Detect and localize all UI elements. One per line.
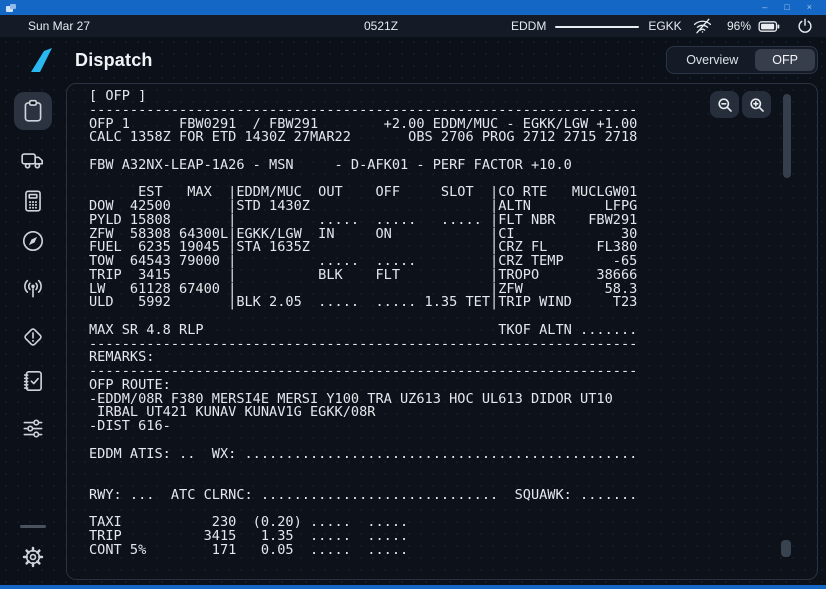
sidebar-item-presets[interactable]: [14, 409, 52, 447]
sidebar-item-failures[interactable]: [14, 318, 52, 356]
sidebar-item-settings[interactable]: [14, 538, 52, 576]
status-utc-time: 0521Z: [364, 19, 398, 33]
sliders-icon: [20, 415, 46, 441]
sidebar-item-checklists[interactable]: [14, 362, 52, 400]
checklist-icon: [20, 368, 46, 394]
magnifier-plus-icon: [749, 97, 765, 113]
ofp-panel: [ OFP ] --------------------------------…: [66, 83, 818, 580]
status-bar: Sun Mar 27 0521Z EDDM EGKK 96%: [0, 15, 826, 37]
app-icon: [6, 4, 16, 12]
zoom-controls: [710, 91, 771, 118]
wifi-off-icon: [693, 18, 712, 34]
zoom-in-button[interactable]: [742, 91, 771, 118]
window-minimize-button[interactable]: –: [762, 0, 767, 15]
power-button[interactable]: [797, 18, 813, 34]
truck-icon: [20, 147, 46, 173]
taskbar-edge: [0, 585, 826, 589]
battery-percent: 96%: [727, 19, 751, 33]
ofp-document: [ OFP ] --------------------------------…: [89, 90, 637, 558]
window-maximize-button[interactable]: □: [784, 0, 789, 15]
sidebar-item-atc[interactable]: [14, 269, 52, 307]
page-header: Dispatch Overview OFP: [66, 37, 818, 83]
sidebar-item-dispatch[interactable]: [14, 92, 52, 130]
scrollbar-thumb[interactable]: [783, 94, 791, 178]
broadcast-icon: [20, 275, 46, 301]
calculator-icon: [20, 188, 46, 214]
sidebar: [0, 37, 66, 589]
magnifier-minus-icon: [717, 97, 733, 113]
sidebar-divider: [20, 525, 46, 528]
zoom-out-button[interactable]: [710, 91, 739, 118]
window-close-button[interactable]: ×: [807, 0, 812, 15]
scrollbar-thumb-secondary[interactable]: [781, 540, 791, 557]
battery-icon: [758, 19, 780, 34]
gear-icon: [20, 544, 46, 570]
airline-logo: [27, 47, 53, 78]
route-origin: EDDM: [511, 19, 546, 33]
status-route: EDDM EGKK: [511, 19, 682, 33]
window-titlebar: – □ ×: [0, 0, 826, 15]
tab-ofp[interactable]: OFP: [755, 49, 815, 71]
compass-icon: [20, 228, 46, 254]
status-date: Sun Mar 27: [28, 19, 90, 33]
hazard-icon: [20, 324, 46, 350]
sidebar-item-navigation[interactable]: [14, 222, 52, 260]
view-switcher: Overview OFP: [666, 46, 818, 74]
sidebar-item-performance[interactable]: [14, 182, 52, 220]
sidebar-item-ground[interactable]: [14, 141, 52, 179]
tab-overview[interactable]: Overview: [669, 49, 755, 71]
route-progress-line: [555, 26, 639, 28]
clipboard-icon: [20, 98, 46, 124]
efb-screen: – □ × Sun Mar 27 0521Z EDDM EGKK: [0, 0, 826, 589]
route-destination: EGKK: [648, 19, 681, 33]
page-title: Dispatch: [75, 50, 153, 71]
